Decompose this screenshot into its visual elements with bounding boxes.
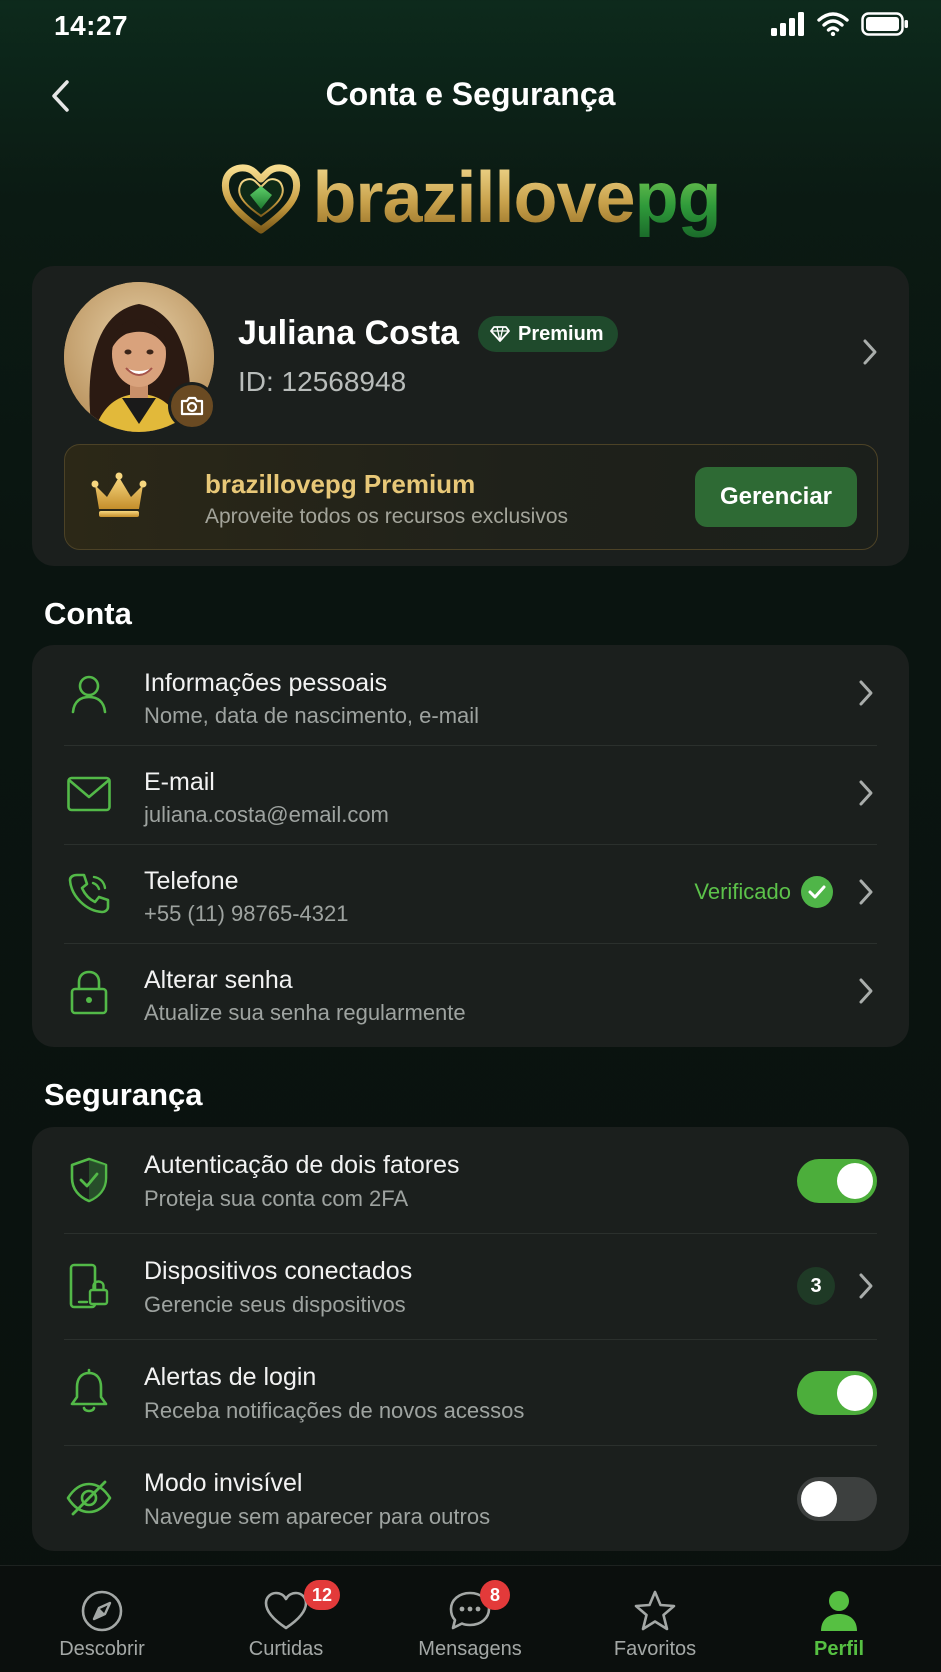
logo-wordmark: brazillovepg bbox=[312, 162, 721, 234]
security-item-login-alerts: Alertas de login Receba notificações de … bbox=[32, 1339, 909, 1445]
user-icon bbox=[64, 669, 114, 719]
likes-count-badge: 12 bbox=[304, 1580, 341, 1610]
diamond-icon bbox=[490, 326, 510, 342]
security-card: Autenticação de dois fatores Proteja sua… bbox=[32, 1127, 909, 1551]
chevron-right-icon bbox=[851, 976, 881, 1006]
heart-icon bbox=[263, 1588, 309, 1634]
change-photo-button[interactable] bbox=[168, 382, 216, 430]
camera-icon bbox=[180, 396, 204, 416]
account-item-title: Telefone bbox=[144, 867, 239, 895]
account-item-subtitle: +55 (11) 98765-4321 bbox=[144, 901, 349, 926]
chevron-right-icon bbox=[863, 339, 877, 365]
account-item-subtitle: juliana.costa@email.com bbox=[144, 802, 389, 827]
verified-label: Verificado bbox=[694, 879, 791, 904]
security-item-subtitle: Proteja sua conta com 2FA bbox=[144, 1186, 409, 1211]
status-icons bbox=[771, 12, 909, 36]
security-item-subtitle: Navegue sem aparecer para outros bbox=[144, 1504, 491, 1529]
security-item-title: Modo invisível bbox=[144, 1469, 303, 1497]
toggle-knob bbox=[837, 1163, 873, 1199]
premium-badge-label: Premium bbox=[518, 322, 604, 345]
shield-check-icon bbox=[64, 1155, 114, 1205]
chevron-right-icon bbox=[851, 877, 881, 907]
security-item-2fa: Autenticação de dois fatores Proteja sua… bbox=[32, 1127, 909, 1233]
account-item-personal-info[interactable]: Informações pessoais Nome, data de nasci… bbox=[32, 645, 909, 745]
security-item-subtitle: Receba notificações de novos acessos bbox=[144, 1398, 525, 1423]
chevron-right-icon bbox=[851, 1271, 881, 1301]
battery-icon bbox=[861, 12, 908, 36]
premium-banner-subtitle: Aproveite todos os recursos exclusivos bbox=[205, 505, 568, 528]
avatar-container[interactable] bbox=[64, 282, 216, 432]
nav-item-profile[interactable]: Perfil bbox=[745, 1566, 933, 1672]
account-item-title: Alterar senha bbox=[144, 966, 293, 994]
security-item-title: Autenticação de dois fatores bbox=[144, 1151, 460, 1179]
premium-banner: brazillovepg Premium Aproveite todos os … bbox=[64, 444, 878, 550]
account-item-change-password[interactable]: Alterar senha Atualize sua senha regular… bbox=[32, 943, 909, 1047]
lock-icon bbox=[64, 967, 114, 1017]
nav-label: Curtidas bbox=[248, 1638, 324, 1660]
account-item-title: Informações pessoais bbox=[144, 669, 388, 697]
phone-icon bbox=[64, 868, 114, 918]
invisible-mode-toggle[interactable] bbox=[797, 1477, 877, 1521]
profile-chevron-icon bbox=[861, 338, 879, 371]
nav-item-discover[interactable]: Descobrir bbox=[8, 1566, 196, 1672]
nav-item-likes[interactable]: 12 Curtidas bbox=[192, 1566, 380, 1672]
device-count-badge: 3 bbox=[797, 1267, 835, 1305]
bell-icon bbox=[64, 1367, 114, 1417]
security-item-invisible-mode: Modo invisível Navegue sem aparecer para… bbox=[32, 1445, 909, 1551]
account-item-email[interactable]: E-mail juliana.costa@email.com bbox=[32, 745, 909, 844]
nav-item-messages[interactable]: 8 Mensagens bbox=[376, 1566, 564, 1672]
login-alerts-toggle[interactable] bbox=[797, 1371, 877, 1415]
premium-badge: Premium bbox=[478, 316, 618, 352]
account-item-title: E-mail bbox=[144, 768, 215, 796]
eye-off-icon bbox=[64, 1473, 114, 1523]
section-title-security: Segurança bbox=[44, 1077, 203, 1112]
brand-logo: brazillovepg bbox=[0, 158, 941, 238]
status-bar: 14:27 bbox=[0, 0, 941, 56]
2fa-toggle[interactable] bbox=[797, 1159, 877, 1203]
toggle-knob bbox=[801, 1481, 837, 1517]
nav-label: Favoritos bbox=[613, 1638, 697, 1660]
account-item-subtitle: Nome, data de nascimento, e-mail bbox=[144, 703, 480, 728]
section-title-account: Conta bbox=[44, 596, 132, 631]
security-item-devices[interactable]: Dispositivos conectados Gerencie seus di… bbox=[32, 1233, 909, 1339]
crown-icon bbox=[91, 471, 147, 524]
account-card: Informações pessoais Nome, data de nasci… bbox=[32, 645, 909, 1047]
verified-status: Verificado bbox=[694, 876, 833, 908]
status-time: 14:27 bbox=[54, 10, 129, 41]
top-bar: Conta e Segurança bbox=[0, 62, 941, 134]
profile-name: Juliana Costa bbox=[238, 314, 460, 352]
nav-label: Mensagens bbox=[418, 1638, 522, 1660]
star-icon bbox=[632, 1588, 678, 1634]
logo-text-green: pg bbox=[634, 158, 722, 238]
logo-text-gold: brazillove bbox=[312, 158, 635, 238]
security-item-subtitle: Gerencie seus dispositivos bbox=[144, 1292, 406, 1317]
compass-icon bbox=[79, 1588, 125, 1634]
signal-icon bbox=[771, 12, 804, 36]
nav-item-favorites[interactable]: Favoritos bbox=[561, 1566, 749, 1672]
page-title: Conta e Segurança bbox=[325, 76, 616, 112]
person-icon bbox=[816, 1588, 862, 1634]
security-item-title: Dispositivos conectados bbox=[144, 1257, 413, 1285]
account-item-phone[interactable]: Telefone +55 (11) 98765-4321 Verificado bbox=[32, 844, 909, 943]
manage-premium-button[interactable]: Gerenciar bbox=[695, 467, 857, 527]
wifi-icon bbox=[817, 12, 849, 36]
check-circle-icon bbox=[801, 876, 833, 908]
premium-banner-title: brazillovepg Premium bbox=[205, 469, 476, 499]
devices-icon bbox=[64, 1261, 114, 1311]
toggle-knob bbox=[837, 1375, 873, 1411]
bottom-navigation: Descobrir 12 Curtidas 8 Mensagens Favori… bbox=[0, 1565, 941, 1672]
security-item-title: Alertas de login bbox=[144, 1363, 317, 1391]
heart-logo-icon bbox=[222, 164, 301, 234]
profile-card[interactable]: Juliana Costa Premium ID: 12568948 brazi… bbox=[32, 266, 909, 566]
chevron-right-icon bbox=[851, 778, 881, 808]
nav-label: Perfil bbox=[813, 1638, 865, 1660]
messages-count-badge: 8 bbox=[480, 1580, 510, 1610]
mail-icon bbox=[64, 769, 114, 819]
chevron-right-icon bbox=[851, 678, 881, 708]
nav-label: Descobrir bbox=[59, 1638, 145, 1660]
account-item-subtitle: Atualize sua senha regularmente bbox=[144, 1000, 466, 1025]
profile-id: ID: 12568948 bbox=[238, 366, 407, 397]
